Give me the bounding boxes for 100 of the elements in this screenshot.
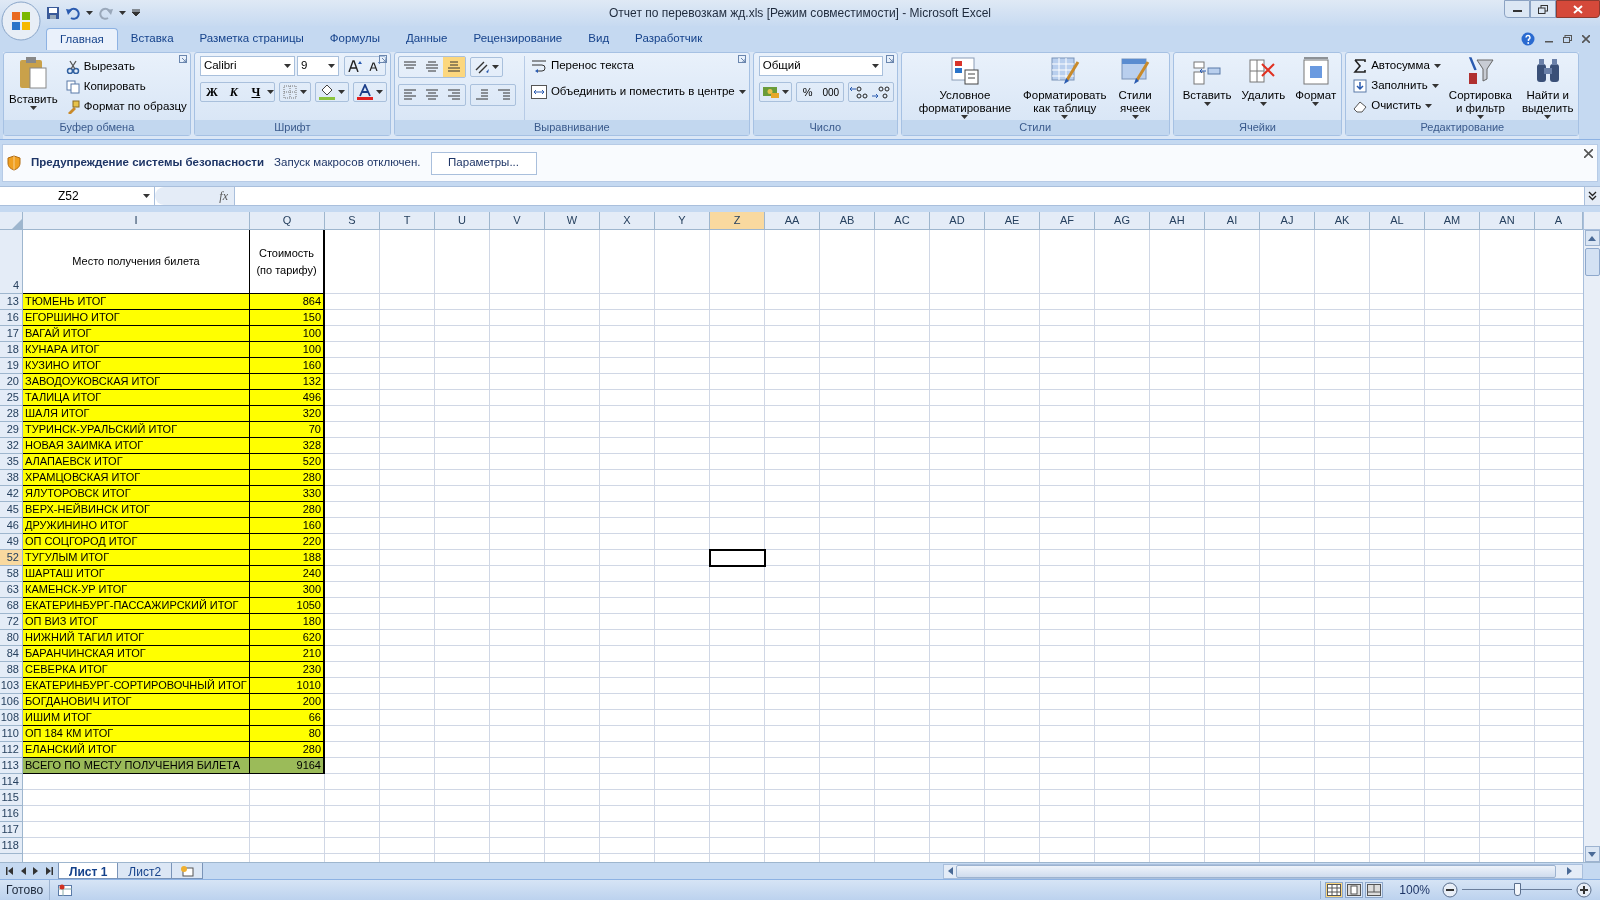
undo-icon[interactable] (66, 6, 80, 20)
row-header[interactable]: 38 (0, 470, 23, 486)
caret-icon[interactable] (327, 63, 335, 69)
ribbon-tab[interactable]: Вставка (117, 28, 187, 50)
merge-center-button[interactable]: Объединить и поместить в центре (530, 82, 746, 102)
scroll-thumb[interactable] (956, 864, 1556, 878)
row-header[interactable]: 46 (0, 518, 23, 534)
row-header[interactable]: 116 (0, 806, 23, 822)
column-header[interactable]: AA (765, 212, 820, 229)
percent-button[interactable]: % (796, 83, 819, 101)
column-header[interactable]: Z (710, 212, 765, 229)
caret-icon[interactable] (781, 89, 789, 95)
close-button[interactable] (1556, 0, 1600, 18)
caret-icon[interactable] (1425, 103, 1433, 109)
row-header[interactable]: 13 (0, 294, 23, 310)
insert-function-button[interactable]: fx (155, 187, 235, 205)
caret-icon[interactable] (266, 89, 274, 95)
ribbon-tab[interactable]: Данные (392, 28, 461, 50)
slider-thumb[interactable] (1514, 883, 1521, 896)
caret-icon[interactable] (86, 10, 93, 16)
previous-sheet-icon[interactable] (20, 867, 26, 875)
column-header[interactable]: X (600, 212, 655, 229)
caret-icon[interactable] (119, 10, 126, 16)
column-header[interactable]: AM (1425, 212, 1480, 229)
row-header[interactable]: 4 (0, 230, 23, 294)
view-button[interactable] (1325, 882, 1344, 898)
restore-button[interactable] (1530, 0, 1556, 18)
row-header[interactable]: 25 (0, 390, 23, 406)
row-header[interactable]: 106 (0, 694, 23, 710)
dialog-launcher-icon[interactable] (737, 55, 746, 63)
caret-icon[interactable] (1431, 83, 1439, 89)
decimal-buttons[interactable] (847, 82, 894, 102)
insert-sheet-icon[interactable] (180, 864, 195, 877)
caret-icon[interactable] (871, 63, 879, 69)
row-header[interactable]: 117 (0, 822, 23, 838)
caret-icon[interactable] (337, 89, 345, 95)
row-header[interactable]: 35 (0, 454, 23, 470)
last-sheet-icon[interactable] (46, 867, 53, 875)
wrap-text-button[interactable]: Перенос текста (530, 56, 746, 76)
scroll-thumb[interactable] (1584, 248, 1600, 276)
number-style-buttons[interactable]: % 000 (795, 82, 844, 102)
row-header[interactable]: 58 (0, 566, 23, 582)
expand-icon[interactable] (1588, 191, 1597, 201)
orientation-button[interactable] (469, 57, 503, 77)
row-header[interactable]: 108 (0, 710, 23, 726)
cell-styles-button[interactable]: Стили ячеек (1116, 56, 1154, 120)
column-header[interactable]: AI (1205, 212, 1260, 229)
view-button[interactable] (1345, 882, 1364, 898)
sheet-tab[interactable]: Лист 1 (58, 863, 119, 879)
row-header[interactable]: 42 (0, 486, 23, 502)
row-header[interactable]: 103 (0, 678, 23, 694)
delete-cells-button[interactable]: Удалить (1239, 56, 1288, 120)
vertical-scrollbar[interactable] (1583, 212, 1600, 862)
row-header[interactable]: 84 (0, 646, 23, 662)
row-header[interactable]: 80 (0, 630, 23, 646)
column-header[interactable]: AF (1040, 212, 1095, 229)
next-sheet-icon[interactable] (33, 867, 39, 875)
column-header[interactable]: AL (1370, 212, 1425, 229)
row-header[interactable]: 115 (0, 790, 23, 806)
column-header[interactable]: AE (985, 212, 1040, 229)
caret-icon[interactable] (299, 89, 307, 95)
column-header[interactable]: AG (1095, 212, 1150, 229)
row-header[interactable]: 110 (0, 726, 23, 742)
active-cell[interactable] (709, 549, 766, 567)
borders-button[interactable] (278, 82, 311, 102)
column-header[interactable]: AJ (1260, 212, 1315, 229)
fill-color-button[interactable] (314, 82, 349, 102)
caret-icon[interactable] (738, 89, 746, 95)
column-header[interactable]: I (23, 212, 250, 229)
row-header[interactable]: 118 (0, 838, 23, 854)
insert-cells-button[interactable]: Вставить (1180, 56, 1234, 120)
horizontal-align-buttons[interactable] (397, 84, 466, 106)
dialog-launcher-icon[interactable] (378, 55, 387, 63)
paste-button[interactable]: Вставить (7, 56, 60, 120)
column-header[interactable]: AK (1315, 212, 1370, 229)
ribbon-tab[interactable]: Главная (46, 28, 118, 50)
help-icon[interactable] (1521, 32, 1535, 46)
scroll-down-icon[interactable] (1588, 851, 1596, 857)
indent-buttons[interactable] (469, 84, 516, 106)
column-header[interactable]: Q (250, 212, 325, 229)
view-button[interactable] (1365, 882, 1384, 898)
caret-icon[interactable] (283, 63, 291, 69)
font-color-button[interactable] (352, 82, 387, 102)
column-header[interactable]: AB (820, 212, 875, 229)
options-button[interactable]: Параметры... (430, 151, 537, 175)
format-painter-button[interactable]: Формат по образцу (65, 97, 187, 117)
column-header[interactable]: S (325, 212, 380, 229)
caret-icon[interactable] (1203, 102, 1211, 107)
font-size-buttons[interactable] (343, 56, 386, 76)
caret-icon[interactable] (29, 106, 37, 111)
name-box[interactable]: Z52 (0, 187, 155, 205)
column-header[interactable]: AC (875, 212, 930, 229)
format-as-table-button[interactable]: Форматировать как таблицу (1021, 56, 1109, 120)
scroll-up-icon[interactable] (1588, 235, 1596, 241)
clear-button[interactable]: Очистить (1353, 96, 1441, 116)
column-header[interactable]: T (380, 212, 435, 229)
italic-button[interactable]: К (222, 83, 245, 101)
dialog-launcher-icon[interactable] (178, 55, 187, 63)
thousands-separator-button[interactable]: 000 (818, 84, 843, 100)
format-cells-button[interactable]: Формат (1293, 56, 1339, 120)
